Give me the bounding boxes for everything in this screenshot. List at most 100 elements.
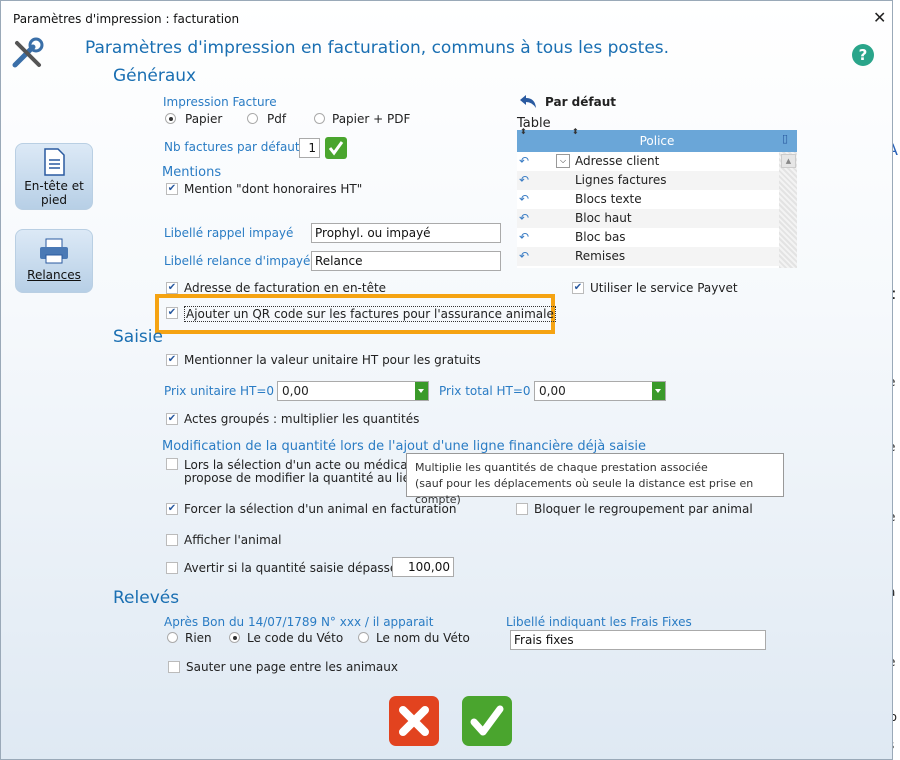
payvet-label: Utiliser le service Payvet [590,281,738,295]
section-saisie: Saisie [113,327,163,347]
tools-icon [12,37,44,68]
chevron-down-icon[interactable] [415,382,428,400]
validate-icon[interactable] [325,137,347,159]
prix-unitaire-value: 0,00 [282,384,309,398]
table-cell: Adresse client [575,154,660,168]
prix-unitaire-label: Prix unitaire HT=0 [164,384,275,398]
reset-arrow-icon[interactable]: ↶ [519,249,529,263]
afficher-animal-checkbox[interactable] [166,534,178,546]
libelle-relance-label: Libellé relance d'impayé [164,254,311,268]
reset-arrow-icon[interactable]: ↶ [519,230,529,244]
afficher-animal-label: Afficher l'animal [184,533,282,547]
nb-factures-label: Nb factures par défaut [164,140,300,154]
table-row[interactable]: ↶ ⌵ Adresse client [517,152,779,171]
title-bar: Paramètres d'impression : facturation ✕ [1,1,894,35]
libelle-relance-input[interactable]: Relance [311,251,501,271]
payvet-checkbox[interactable]: ✔ [572,282,584,294]
relances-label: Relances [27,268,81,282]
table-row[interactable]: ↶ Blocs texte [517,190,779,209]
help-icon[interactable]: ? [852,44,874,66]
table-header-police[interactable]: Police [517,130,797,152]
mentions-label: Mentions [162,165,222,180]
print-settings-dialog: Paramètres d'impression : facturation ✕ … [0,0,893,760]
adresse-entete-checkbox[interactable]: ✔ [166,282,178,294]
sauter-page-label: Sauter une page entre les animaux [186,660,398,674]
cancel-button[interactable] [389,696,439,746]
qr-code-label: Ajouter un QR code sur les factures pour… [184,306,556,322]
lors-selection-label-line2: propose de modifier la quantité au lieu [184,471,418,485]
lors-selection-checkbox[interactable] [166,458,178,470]
radio-pdf[interactable] [247,113,258,124]
adresse-entete-label: Adresse de facturation en en-tête [184,281,387,295]
undo-arrow-icon[interactable] [518,94,538,110]
table-cell: Remises [575,249,626,263]
entete-pied-button[interactable]: En-tête et pied [15,143,93,210]
sort-icon[interactable]: ⬍ [572,127,579,136]
lors-selection-label-line1: Lors la sélection d'un acte ou médicam [184,458,420,472]
section-releves: Relevés [113,588,180,608]
sort-icon[interactable]: ⬍ [520,127,527,136]
document-icon [44,148,65,176]
scroll-up-icon[interactable]: ▲ [781,154,796,168]
par-defaut-label[interactable]: Par défaut [545,95,616,109]
reset-arrow-icon[interactable]: ↶ [519,211,529,225]
ok-button[interactable] [462,696,512,746]
table-scrollbar[interactable]: ▲ [779,152,797,268]
radio-pdf-label: Pdf [267,112,287,126]
radio-papier-label: Papier [185,112,223,126]
reset-arrow-icon[interactable]: ↶ [519,192,529,206]
radio-code-veto-label: Le code du Véto [247,631,344,645]
police-table: ↶ ⌵ Adresse client ↶ Lignes factures ↶ B… [517,152,779,268]
libelle-rappel-input[interactable]: Prophyl. ou impayé [311,223,501,243]
frais-fixes-label: Libellé indiquant les Frais Fixes [506,615,692,629]
avertir-quantite-input[interactable]: 100,00 [392,557,454,577]
printer-icon [40,238,68,264]
close-icon [399,706,429,736]
table-row[interactable]: ↶ Remises [517,247,779,266]
prix-total-value: 0,00 [539,384,566,398]
apres-bon-label: Après Bon du 14/07/1789 N° xxx / il appa… [164,615,434,629]
relances-button[interactable]: Relances [15,229,93,293]
window-title: Paramètres d'impression : facturation [13,12,240,26]
mention-honoraires-label: Mention "dont honoraires HT" [184,182,363,196]
chevron-down-icon[interactable] [652,382,665,400]
mention-honoraires-checkbox[interactable]: ✔ [166,183,178,195]
table-row[interactable]: ↶ Lignes factures [517,171,779,190]
prix-total-label: Prix total HT=0 [439,384,531,398]
frais-fixes-input[interactable]: Frais fixes [510,630,766,650]
valeur-unitaire-label: Mentionner la valeur unitaire HT pour le… [184,353,481,367]
radio-papier[interactable] [165,113,176,124]
actes-groupes-checkbox[interactable]: ✔ [166,413,178,425]
prix-total-select[interactable]: 0,00 [534,381,666,401]
table-cell: Bloc bas [575,230,626,244]
avertir-quantite-label: Avertir si la quantité saisie dépasse [184,561,398,575]
tooltip-line: Multiplie les quantités de chaque presta… [415,461,708,474]
column-settings-icon[interactable]: ▯ [782,132,788,145]
chevron-down-icon[interactable]: ⌵ [556,154,570,168]
radio-rien-label: Rien [185,631,212,645]
police-column-label: Police [639,134,675,148]
nb-factures-input[interactable]: 1 [299,138,320,158]
forcer-animal-checkbox[interactable]: ✔ [166,503,178,515]
table-row[interactable]: ↶ Bloc haut [517,209,779,228]
sauter-page-checkbox[interactable] [168,661,180,673]
avertir-quantite-checkbox[interactable] [166,562,178,574]
qr-code-checkbox[interactable]: ✔ [166,307,178,319]
radio-papier-pdf-label: Papier + PDF [332,112,411,126]
table-cell: Bloc haut [575,211,632,225]
radio-papier-pdf[interactable] [314,113,325,124]
page-heading: Paramètres d'impression en facturation, … [85,38,670,58]
close-icon[interactable]: ✕ [873,8,886,27]
reset-arrow-icon[interactable]: ↶ [519,154,529,168]
section-generaux: Généraux [113,66,197,86]
radio-nom-veto[interactable] [358,632,369,643]
valeur-unitaire-checkbox[interactable]: ✔ [166,354,178,366]
actes-groupes-label: Actes groupés : multiplier les quantités [184,412,420,426]
check-icon [470,705,504,736]
radio-rien[interactable] [167,632,178,643]
radio-code-veto[interactable] [229,632,240,643]
reset-arrow-icon[interactable]: ↶ [519,173,529,187]
table-cell: Blocs texte [575,192,642,206]
prix-unitaire-select[interactable]: 0,00 [277,381,429,401]
table-row[interactable]: ↶ Bloc bas [517,228,779,247]
